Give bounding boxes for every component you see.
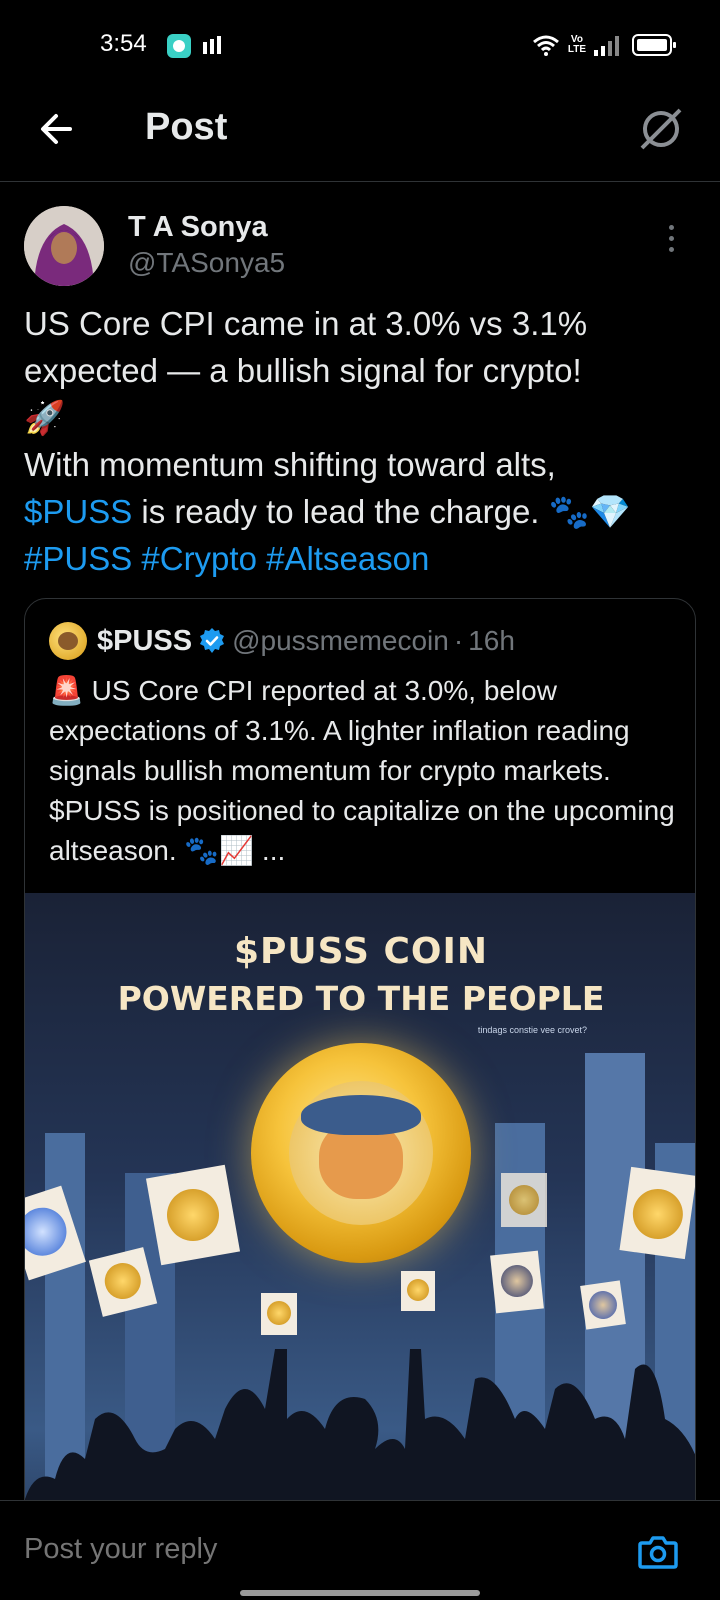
post-text-line3: is ready to lead the charge. 🐾💎: [132, 493, 631, 530]
author-display-name[interactable]: T A Sonya: [128, 211, 268, 244]
crowd-flag: [401, 1271, 435, 1311]
signal-bars-icon: [203, 36, 221, 54]
home-indicator[interactable]: [240, 1590, 480, 1596]
camera-icon[interactable]: [638, 1533, 678, 1569]
cashtag-link[interactable]: $PUSS: [24, 493, 132, 530]
quoted-display-name: $PUSS: [97, 624, 193, 657]
reply-bar: [0, 1500, 720, 1600]
messenger-icon: [167, 34, 191, 58]
verified-badge-icon: [200, 628, 225, 653]
avatar-image: [24, 206, 104, 286]
quoted-post-text: 🚨 US Core CPI reported at 3.0%, below ex…: [49, 675, 675, 866]
top-app-bar: Post: [0, 90, 720, 182]
quoted-author-avatar: [49, 622, 87, 660]
battery-icon: [632, 34, 676, 56]
status-bar: 3:54 Vo LTE: [0, 0, 720, 90]
status-time: 3:54: [100, 30, 147, 57]
author-handle[interactable]: @TASonya5: [128, 247, 285, 279]
volte-indicator: Vo LTE: [567, 34, 586, 55]
hashtags-link[interactable]: #PUSS #Crypto #Altseason: [24, 540, 429, 577]
back-arrow-icon[interactable]: [36, 108, 78, 150]
post-text: US Core CPI came in at 3.0% vs 3.1% expe…: [24, 300, 704, 582]
reply-input[interactable]: [24, 1533, 401, 1566]
crowd-flag: [145, 1164, 241, 1266]
image-small-text: tindags constie vee crovet?: [477, 1025, 587, 1035]
wifi-icon: [532, 35, 559, 56]
cat-hat: [301, 1095, 421, 1135]
crowd-flag: [490, 1250, 544, 1314]
quoted-timestamp: 16h: [468, 625, 515, 656]
quoted-post-image[interactable]: $PUSS COIN POWERED TO THE PEOPLE tindags…: [25, 893, 695, 1600]
page-title: Post: [145, 106, 228, 148]
separator-dot: ·: [453, 625, 464, 656]
image-title-line1: $PUSS COIN: [234, 931, 488, 972]
quoted-post-header: $PUSS @pussmemecoin · 16h: [49, 621, 515, 661]
puss-coin-graphic: [251, 1043, 471, 1263]
rocket-emoji: 🚀: [24, 399, 66, 436]
author-avatar[interactable]: [24, 206, 104, 286]
quoted-handle: @pussmemecoin: [232, 625, 449, 656]
post-text-line2: With momentum shifting toward alts,: [24, 446, 556, 483]
quoted-post-card[interactable]: $PUSS @pussmemecoin · 16h 🚨 US Core CPI …: [24, 598, 696, 1600]
more-options-icon[interactable]: [666, 225, 676, 255]
crowd-flag: [501, 1173, 547, 1227]
post-text-line1: US Core CPI came in at 3.0% vs 3.1% expe…: [24, 305, 597, 389]
grok-icon[interactable]: [636, 104, 686, 154]
status-icons: Vo LTE: [532, 32, 676, 58]
crowd-flag: [619, 1166, 695, 1260]
cell-signal-icon: [594, 36, 619, 56]
image-title-line2: POWERED TO THE PEOPLE: [117, 979, 605, 1018]
